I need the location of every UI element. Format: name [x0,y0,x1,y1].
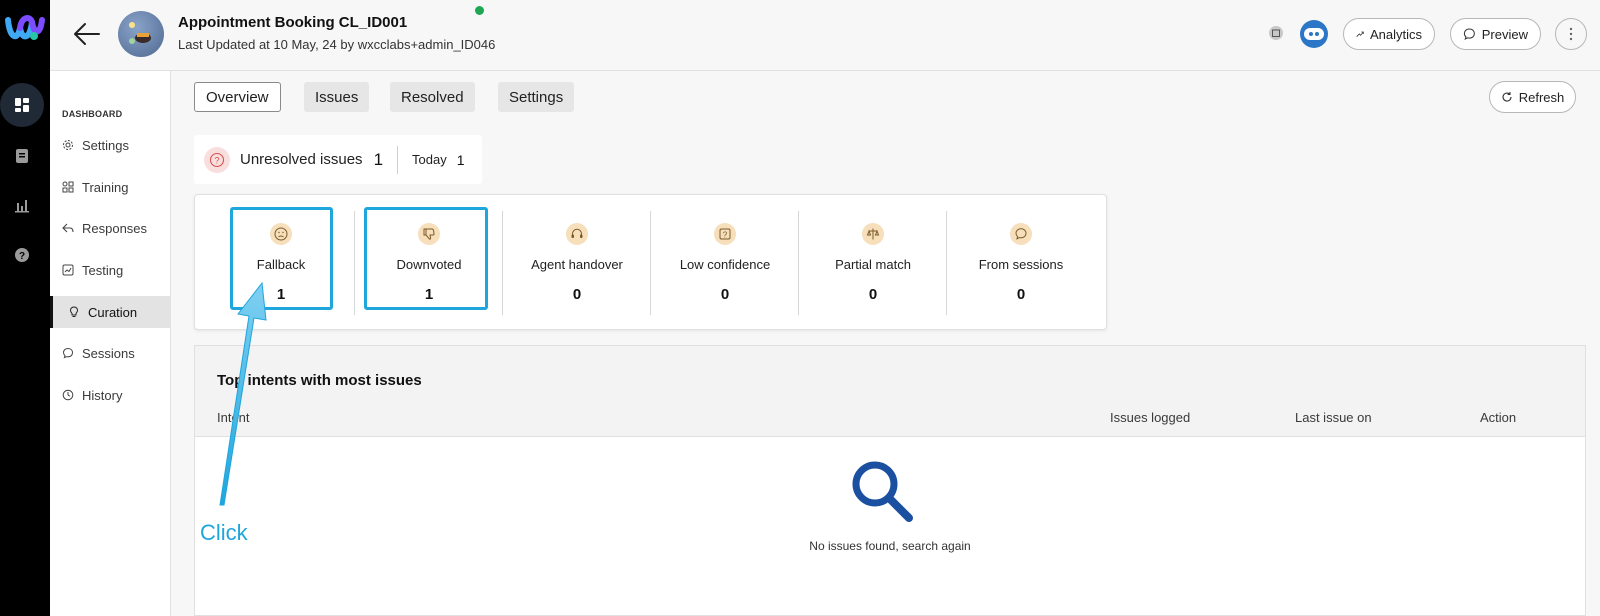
click-annotation-label: Click [200,520,248,545]
last-updated-text: Last Updated at 10 May, 24 by wxcclabs+a… [178,37,496,52]
sidebar-item-label: Curation [88,304,138,320]
top-intents-panel: Top intents with most issues Intent Issu… [194,345,1586,616]
rail-documents-button[interactable] [0,134,44,178]
sidebar-item-settings[interactable]: Settings [50,129,171,161]
page-title: Appointment Booking CL_ID001 [178,14,408,31]
sidebar-item-label: Sessions [82,345,135,361]
reply-icon [62,223,74,233]
sidebar-item-label: Training [82,179,129,195]
empty-state-text: No issues found, search again [809,539,971,553]
unresolved-summary: ? Unresolved issues 1 Today 1 [194,135,482,184]
bot-face-icon[interactable] [1300,20,1328,48]
card-low-confidence[interactable]: ? Low confidence 0 [651,195,799,329]
card-value: 0 [868,286,878,303]
divider [397,145,399,174]
card-partial-match[interactable]: Partial match 0 [799,195,947,329]
webex-logo-icon [4,10,46,46]
panel-title: Top intents with most issues [217,372,422,389]
gear-icon [63,140,73,150]
sidebar-item-responses[interactable]: Responses [50,212,171,244]
sidebar-item-testing[interactable]: Testing [50,254,171,286]
help-icon: ? [15,248,29,262]
svg-text:?: ? [19,251,25,262]
tab-issues[interactable]: Issues [304,82,370,112]
refresh-label: Refresh [1518,89,1565,105]
rail-analytics-button[interactable] [0,183,44,227]
downvoted-highlight-box [364,207,488,310]
arrow-left-icon [74,23,100,45]
sidebar-item-sessions[interactable]: Sessions [50,337,171,369]
card-value: 0 [720,286,730,303]
chat-bubble-icon [1010,223,1032,245]
bulb-icon [69,306,79,317]
card-agent-handover[interactable]: Agent handover 0 [503,195,651,329]
history-icon [62,389,74,401]
more-vertical-icon [1569,27,1573,41]
tab-settings[interactable]: Settings [498,82,575,112]
training-icon [62,181,74,193]
document-icon [16,149,28,163]
question-box-icon: ? [714,223,736,245]
sidebar-item-label: Settings [82,137,129,153]
tab-overview[interactable]: Overview [194,82,281,112]
chat-bubble-icon [1463,28,1475,40]
sidebar-item-curation[interactable]: Curation [50,296,171,328]
question-circle-icon: ? [204,146,230,173]
more-options-button[interactable] [1555,18,1587,50]
column-header-issues-logged[interactable]: Issues logged [1110,410,1190,425]
back-button[interactable] [72,20,102,48]
today-label: Today [412,152,447,167]
trend-up-icon [1356,31,1364,37]
dashboard-icon [15,98,29,112]
sidebar-item-training[interactable]: Training [50,171,171,203]
rail-dashboard-button[interactable] [0,83,44,127]
sidebar-item-label: Testing [82,262,124,278]
sidebar-section-title: DASHBOARD [62,109,123,119]
refresh-button[interactable]: Refresh [1489,81,1576,113]
analytics-label: Analytics [1369,26,1422,42]
card-label: Partial match [835,257,911,272]
panel-header: Top intents with most issues Intent Issu… [195,346,1585,437]
unresolved-label: Unresolved issues [240,151,363,168]
dashboard-sidebar: DASHBOARD Settings Training Responses Te… [50,71,171,616]
svg-text:?: ? [214,155,219,165]
bar-chart-icon [15,200,29,213]
preview-button[interactable]: Preview [1450,18,1541,50]
column-header-last-issue[interactable]: Last issue on [1295,410,1372,425]
column-header-action[interactable]: Action [1480,410,1516,425]
page-header: Appointment Booking CL_ID001 Last Update… [50,0,1600,71]
tab-resolved[interactable]: Resolved [390,82,475,112]
card-from-sessions[interactable]: From sessions 0 [947,195,1095,329]
unresolved-count: 1 [373,149,384,169]
sidebar-item-history[interactable]: History [50,379,171,411]
card-label: Low confidence [679,257,771,272]
sidebar-item-label: Responses [82,220,148,236]
card-label: From sessions [978,257,1064,272]
app-rail: ? [0,0,50,616]
calendar-icon[interactable] [1269,26,1283,40]
today-count: 1 [456,151,465,168]
card-value: 0 [1016,286,1026,303]
sidebar-item-label: History [82,387,123,403]
status-online-dot [475,6,484,15]
fallback-highlight-box [230,207,333,310]
analytics-button[interactable]: Analytics [1343,18,1435,50]
search-icon [847,456,917,531]
chat-icon [62,347,74,359]
rail-help-button[interactable]: ? [0,233,44,277]
bot-avatar [118,11,164,57]
testing-icon [62,264,74,276]
preview-label: Preview [1481,26,1528,42]
scale-icon [862,223,884,245]
card-label: Agent handover [531,257,623,272]
column-header-intent[interactable]: Intent [217,410,250,425]
headset-icon [566,223,588,245]
refresh-icon [1502,92,1512,102]
card-value: 0 [572,286,582,303]
svg-text:?: ? [723,230,728,239]
